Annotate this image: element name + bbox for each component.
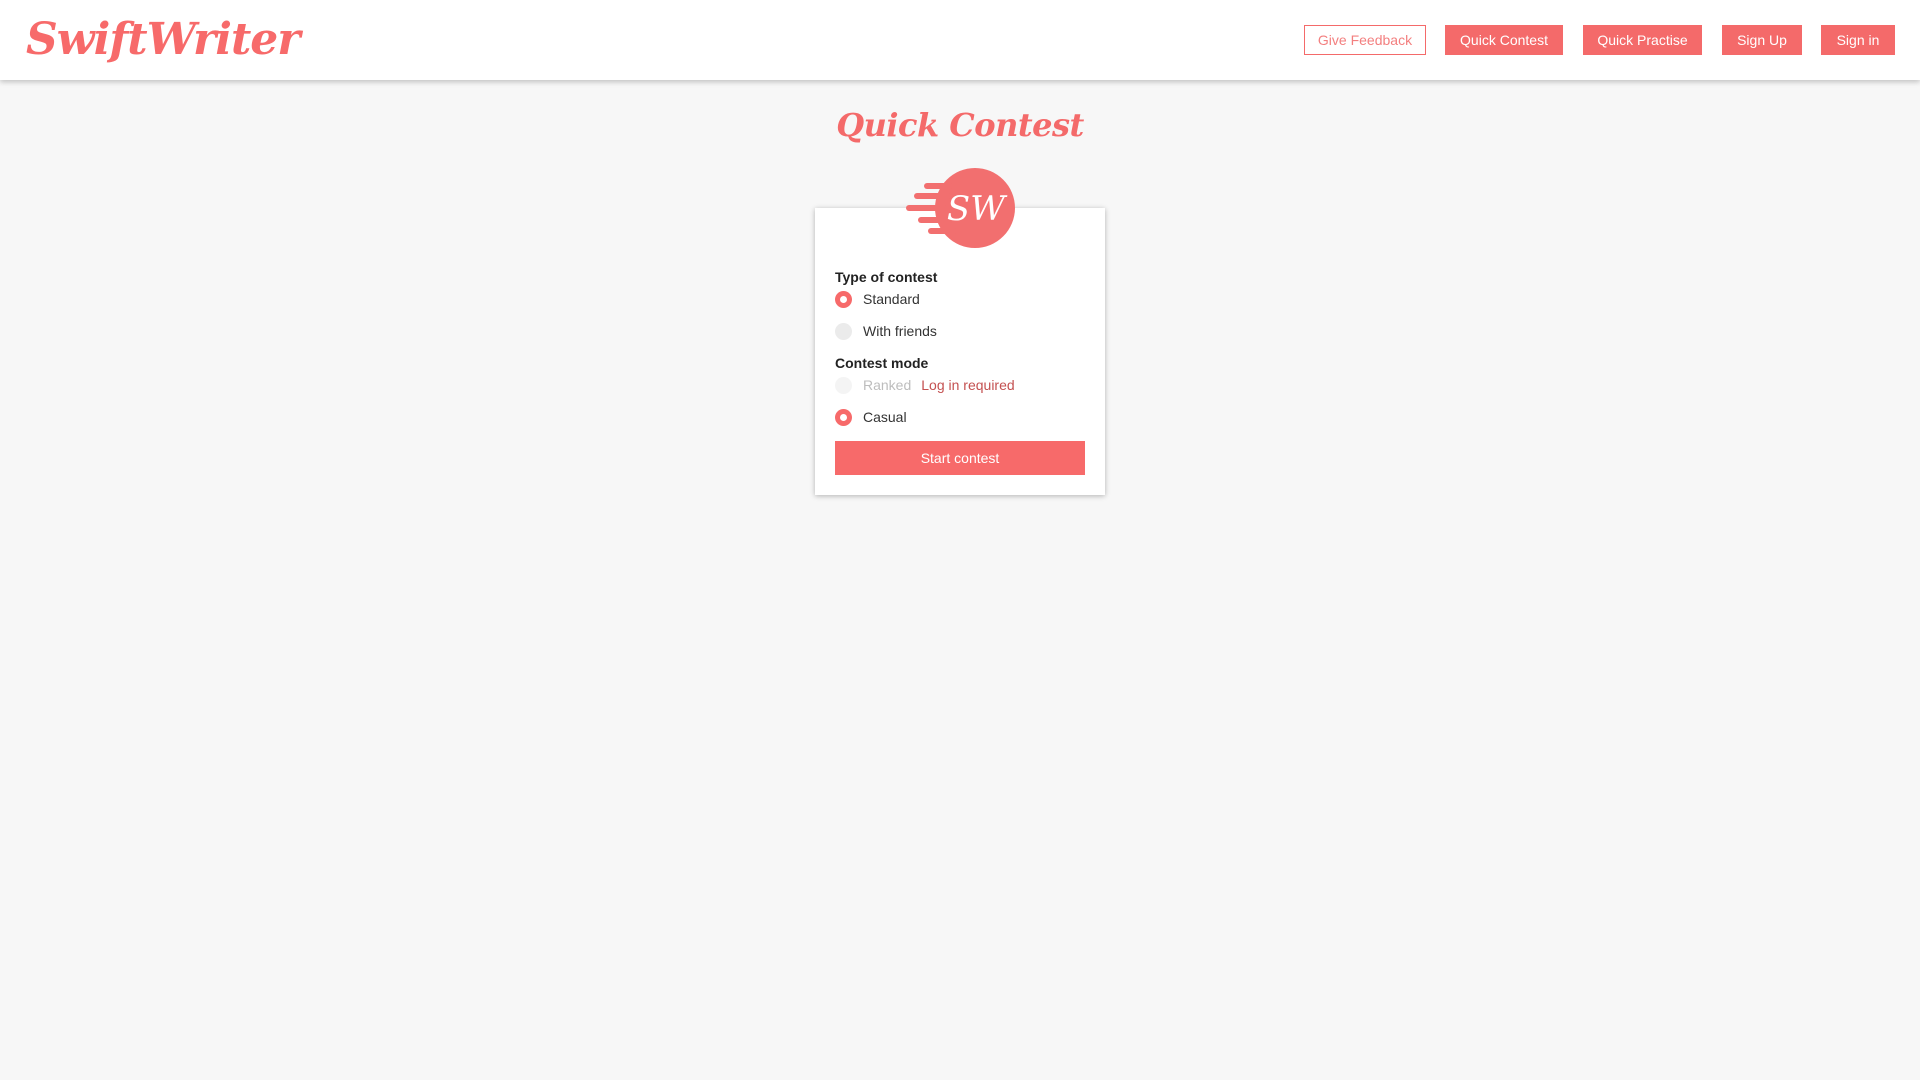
radio-ranked-label: Ranked xyxy=(863,377,912,393)
quick-practise-button[interactable]: Quick Practise xyxy=(1583,25,1702,55)
radio-ranked-disabled-icon xyxy=(835,376,852,394)
give-feedback-button[interactable]: Give Feedback xyxy=(1304,25,1426,55)
sw-speed-logo-icon: SW xyxy=(905,168,1015,250)
contest-mode-label: Contest mode xyxy=(835,355,929,371)
quick-contest-button[interactable]: Quick Contest xyxy=(1445,25,1563,55)
sign-in-button[interactable]: Sign in xyxy=(1821,25,1895,55)
page-title: Quick Contest xyxy=(836,106,1084,144)
radio-with-friends[interactable]: With friends xyxy=(835,321,937,341)
brand-logo[interactable]: SwiftWriter xyxy=(26,10,300,70)
radio-standard-label: Standard xyxy=(863,291,920,307)
radio-with-friends-unchecked-icon[interactable] xyxy=(835,322,852,340)
login-required-note: Log in required xyxy=(921,377,1015,393)
radio-casual-checked-icon[interactable] xyxy=(835,408,852,426)
contest-type-label: Type of contest xyxy=(835,269,938,285)
contest-form-card: Type of contest Standard With friends Co… xyxy=(815,208,1105,495)
sign-up-button[interactable]: Sign Up xyxy=(1722,25,1802,55)
radio-with-friends-label: With friends xyxy=(863,323,937,339)
start-contest-button[interactable]: Start contest xyxy=(835,441,1085,475)
top-navbar: SwiftWriter Give Feedback Quick Contest … xyxy=(0,0,1920,80)
radio-ranked: Ranked Log in required xyxy=(835,375,1015,395)
radio-casual[interactable]: Casual xyxy=(835,407,907,427)
radio-standard-checked-icon[interactable] xyxy=(835,290,852,308)
radio-casual-label: Casual xyxy=(863,409,907,425)
radio-standard[interactable]: Standard xyxy=(835,289,920,309)
logo-text: SW xyxy=(947,189,1008,229)
